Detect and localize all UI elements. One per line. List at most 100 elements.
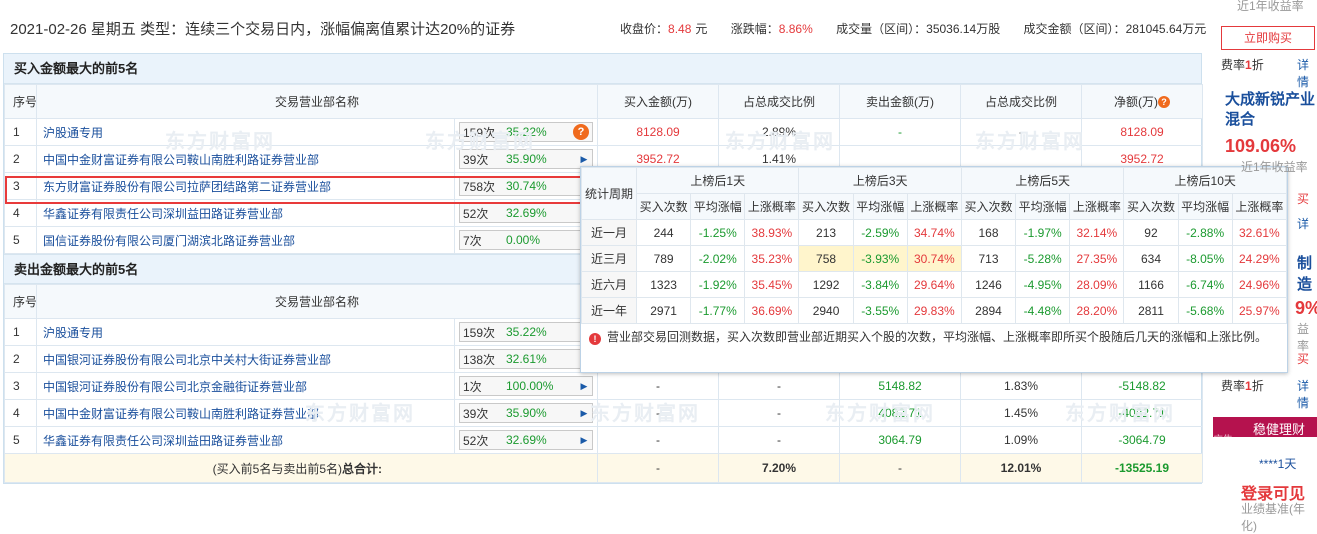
branch-name[interactable]: 沪股通专用 [36,318,455,346]
backtest-cell: 634 [1123,245,1179,272]
branch-stat-button[interactable]: 159次 35.22%? [459,122,594,142]
backtest-cell: 28.20% [1069,297,1125,324]
subcol-header: 上涨概率 [906,193,962,220]
list-count: 39次 [463,406,489,421]
branch-stat-button[interactable]: 159次35.22%▶ [459,322,594,342]
buy-ratio: - [718,372,841,400]
branch-name[interactable]: 中国银河证券股份有限公司北京金融街证券营业部 [36,372,455,400]
detail-link[interactable]: 详情 [1297,56,1317,90]
backtest-cell: 758 [798,245,854,272]
branch-stat-button[interactable]: 1次 100.00% ▶ [459,376,594,396]
branch-name[interactable]: 沪股通专用 [36,118,455,146]
backtest-row: 近三月 789 -2.02% 35.23% 758 -3.93% 30.74% 713 -5.2… [581,245,1288,272]
total-net: -13525.19 [1081,453,1204,483]
branch-stat-button[interactable]: 52次32.69%▶ [459,430,594,450]
backtest-cell: 35.45% [744,271,800,298]
question-icon[interactable]: ? [573,124,590,140]
period-label: 近一年 [581,297,637,324]
branch-stat-button[interactable]: 138次32.61%▶ [459,349,594,369]
backtest-cell: 36.69% [744,297,800,324]
table-row: 4 中国中金财富证券有限公司鞍山南胜利路证券营业部 39次 35.90% ▶ - -4082… [4,399,1204,427]
branch-name[interactable]: 华鑫证券有限责任公司深圳益田路证券营业部 [36,426,455,454]
fund-name[interactable]: 大成新锐产业混合 [1225,90,1317,130]
table-row: 5 华鑫证券有限责任公司深圳益田路证券营业部 52次 32.69% ▶ - -3064.79… [4,426,1204,454]
subcol-header: 买入次数 [960,193,1017,220]
fee-rate-2: 费率1折 [1221,379,1264,393]
backtest-cell: -4.95% [1015,271,1071,298]
backtest-cell: 35.23% [744,245,800,272]
detail-link-2[interactable]: 详情 [1297,377,1317,411]
partial-buy[interactable]: 买 [1297,190,1309,207]
partial-yield: 益率 [1297,322,1310,353]
change-pct: 涨跌幅：8.86% [730,22,813,36]
info-icon: ! [589,333,601,345]
backtest-cell: 34.74% [906,219,962,246]
sell-ratio: - [960,118,1083,146]
branch-name[interactable]: 国信证券股份有限公司厦门湖滨北路证券营业部 [36,226,455,254]
arrow-right-icon[interactable]: ▶ [576,435,592,446]
buy-amount: - [597,372,720,400]
backtest-cell: 2894 [960,297,1017,324]
col-name: 交易营业部名称 [35,84,599,119]
subcol-header: 买入次数 [798,193,854,220]
table-row: 1 沪股通专用 159次 35.22%? 8128.09 2.89% - -8128.09 [4,118,1204,146]
ad-banner[interactable]: 广告 稳健理财 [1213,417,1317,446]
list-count: 138次 [463,352,496,367]
backtest-cell: -1.25% [690,219,746,246]
list-count: 1次 [463,379,482,394]
backtest-cell: 1246 [960,271,1017,298]
buy-now-button[interactable]: 立即购买 [1221,26,1315,50]
backtest-cell: 30.74% [906,245,962,272]
branch-stat-button[interactable]: 7次0.00%▶ [459,230,594,250]
backtest-popup: 统计周期 上榜后1天 上榜后3天 上榜后5天 上榜后10天 买入次数 平均涨幅 上涨… [580,166,1288,373]
fund-return-label: 近1年收益率 [1241,160,1308,174]
yield-label: 近1年收益率 [1237,0,1304,13]
branch-stat-button[interactable]: 758次30.74%▶ [459,176,594,196]
backtest-cell: -1.92% [690,271,746,298]
partial-buy2[interactable]: 买 [1297,350,1309,367]
backtest-cell: 2971 [635,297,692,324]
question-icon[interactable]: ? [1158,96,1171,108]
table-row: 3 中国银河证券股份有限公司北京金融街证券营业部 1次 100.00% ▶ - -5148.… [4,372,1204,400]
branch-name[interactable]: 东方财富证券股份有限公司拉萨团结路第二证券营业部 [36,172,455,200]
arrow-right-icon[interactable]: ▶ [576,408,592,419]
subcol-header: 上涨概率 [744,193,800,220]
arrow-right-icon[interactable]: ▶ [576,381,592,392]
branch-name[interactable]: 中国中金财富证券有限公司鞍山南胜利路证券营业部 [36,145,455,173]
backtest-cell: 27.35% [1069,245,1125,272]
subcol-header: 平均涨幅 [852,193,908,220]
branch-name[interactable]: 华鑫证券有限责任公司深圳益田路证券营业部 [36,199,455,227]
buy-header-row: 序号 交易营业部名称 买入金额(万) 占总成交比例 卖出金额(万) 占总成交比例… [4,84,1204,119]
branch-stat-button[interactable]: 39次 35.90% ▶ [459,149,594,169]
branch-name[interactable]: 中国银河证券股份有限公司北京中关村大街证券营业部 [36,345,455,373]
col-buy-ratio: 占总成交比例 [718,84,841,119]
branch-name[interactable]: 中国中金财富证券有限公司鞍山南胜利路证券营业部 [36,399,455,427]
win-rate: 32.69% [506,433,547,447]
backtest-note: ! 营业部交易回测数据，买入次数即营业部近期买入个股的次数，平均涨幅、上涨概率即所… [581,324,1287,351]
row-no: 4 [4,199,37,227]
total-sell-ratio: 12.01% [960,453,1083,483]
list-count: 159次 [463,125,496,140]
total-buy: - [597,453,720,483]
group-header: 上榜后5天 [960,167,1125,194]
partial-fund[interactable]: 制造 [1297,252,1317,294]
buy-amount: - [597,399,720,427]
backtest-cell: 29.64% [906,271,962,298]
net-amount: 8128.09 [1081,118,1204,146]
period-label: 近一月 [581,219,637,246]
term-text: ****1天 [1259,457,1297,471]
branch-stat-button[interactable]: 52次32.69%▶ [459,203,594,223]
buy-section-title: 买入金额最大的前5名 [4,54,1201,84]
col-sell: 卖出金额(万) [839,84,962,119]
col-sell-ratio: 占总成交比例 [960,84,1083,119]
row-no: 3 [4,172,37,200]
partial-detail[interactable]: 详 [1297,215,1309,232]
win-rate: 35.90% [506,152,547,166]
col-no: 序号 [4,284,37,319]
perf-benchmark: 业绩基准(年化) [1241,502,1305,533]
row-no: 1 [4,318,37,346]
backtest-cell: -4.48% [1015,297,1071,324]
sell-amount: 4082.71 [839,399,962,427]
arrow-right-icon[interactable]: ▶ [576,154,592,165]
branch-stat-button[interactable]: 39次 35.90% ▶ [459,403,594,423]
